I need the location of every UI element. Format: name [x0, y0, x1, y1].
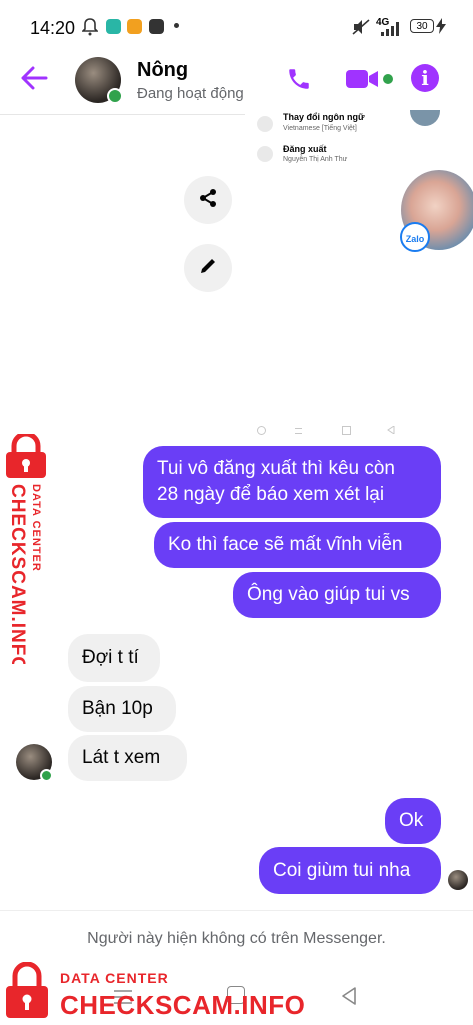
svg-text:CHECKSCAM.INFO: CHECKSCAM.INFO: [7, 484, 28, 664]
battery-level: 30: [416, 21, 428, 32]
unavailable-notice: Người này hiện không có trên Messenger.: [87, 930, 386, 947]
message-bubble-outgoing[interactable]: Ok: [385, 798, 441, 844]
message-bubble-outgoing[interactable]: Ông vào giúp tui vs: [233, 572, 441, 618]
zalo-badge: Zalo: [400, 222, 430, 252]
online-indicator: [107, 88, 123, 104]
mute-icon: [352, 19, 370, 40]
padlock-icon: [4, 961, 50, 1025]
video-call-icon[interactable]: [346, 68, 380, 95]
app-notification-icon: [149, 19, 164, 34]
bell-icon: [81, 18, 99, 41]
status-bar: 14:20 4G 30: [0, 0, 473, 56]
footer-divider: [0, 910, 473, 911]
menu-item-subtitle: Nguyễn Thị Anh Thư: [283, 156, 348, 163]
message-bubble-outgoing[interactable]: Ko thì face sẽ mất vĩnh viễn: [154, 522, 441, 568]
watermark-horizontal: DATA CENTER CHECKSCAM.INFO: [4, 961, 306, 1025]
phone-icon[interactable]: [286, 66, 312, 97]
zalo-label: Zalo: [405, 234, 425, 244]
thumbnail-edge: [410, 110, 440, 126]
read-receipt-avatar: [448, 870, 468, 890]
message-bubble-outgoing[interactable]: Tui vô đăng xuất thì kêu còn 28 ngày để …: [143, 446, 441, 518]
signal-icon: [381, 22, 403, 41]
padlock-icon: [2, 431, 50, 483]
battery-icon: 30: [410, 19, 434, 33]
menu-item-title: Đăng xuất: [283, 144, 327, 154]
contact-status: Đang hoạt động: [137, 85, 244, 102]
watermark-label-vertical: DATA CENTER: [29, 484, 43, 584]
clock: 14:20: [30, 18, 76, 38]
more-notifications-icon: [174, 23, 179, 28]
info-icon[interactable]: i: [411, 64, 439, 92]
contact-name[interactable]: Nông: [137, 59, 188, 82]
watermark-brand-vertical: CHECKSCAM.INFO: [6, 484, 28, 672]
share-button[interactable]: [184, 176, 232, 224]
watermark-brand: CHECKSCAM.INFO: [60, 990, 306, 1020]
charging-icon: [436, 18, 446, 39]
message-bubble-outgoing[interactable]: Coi giùm tui nha: [259, 847, 441, 894]
share-icon: [198, 188, 218, 213]
pencil-icon: [198, 256, 218, 281]
video-online-dot: [383, 74, 393, 84]
watermark-label: DATA CENTER: [60, 970, 169, 986]
app-notification-icon: [106, 19, 121, 34]
shared-image[interactable]: Thay đổi ngôn ngữ Vietnamese [Tiếng Việt…: [245, 110, 473, 264]
back-icon[interactable]: [340, 986, 358, 1011]
screenshot-navbar: [252, 425, 402, 438]
message-bubble-incoming[interactable]: Đợi t tí: [68, 634, 160, 682]
svg-text:DATA CENTER: DATA CENTER: [30, 484, 42, 572]
message-bubble-incoming[interactable]: Bận 10p: [68, 686, 176, 732]
watermark-vertical: CHECKSCAM.INFO CHECKSCAM.INFO DATA CENTE…: [2, 431, 52, 674]
nav-square-icon: [342, 426, 351, 435]
nav-back-icon: [387, 425, 395, 436]
menu-item-subtitle: Vietnamese [Tiếng Việt]: [283, 125, 357, 132]
nav-menu-icon: [295, 428, 302, 434]
edit-button[interactable]: [184, 244, 232, 292]
message-bubble-incoming[interactable]: Lát t xem: [68, 735, 187, 781]
globe-icon: [257, 116, 273, 132]
menu-item-title: Thay đổi ngôn ngữ: [283, 112, 365, 122]
nav-circle-icon: [257, 426, 266, 435]
logout-icon: [257, 146, 273, 162]
back-arrow-icon[interactable]: [20, 66, 48, 96]
online-indicator: [40, 769, 53, 782]
app-notification-icon: [127, 19, 142, 34]
chat-header: Nông Đang hoạt động i: [0, 56, 473, 115]
